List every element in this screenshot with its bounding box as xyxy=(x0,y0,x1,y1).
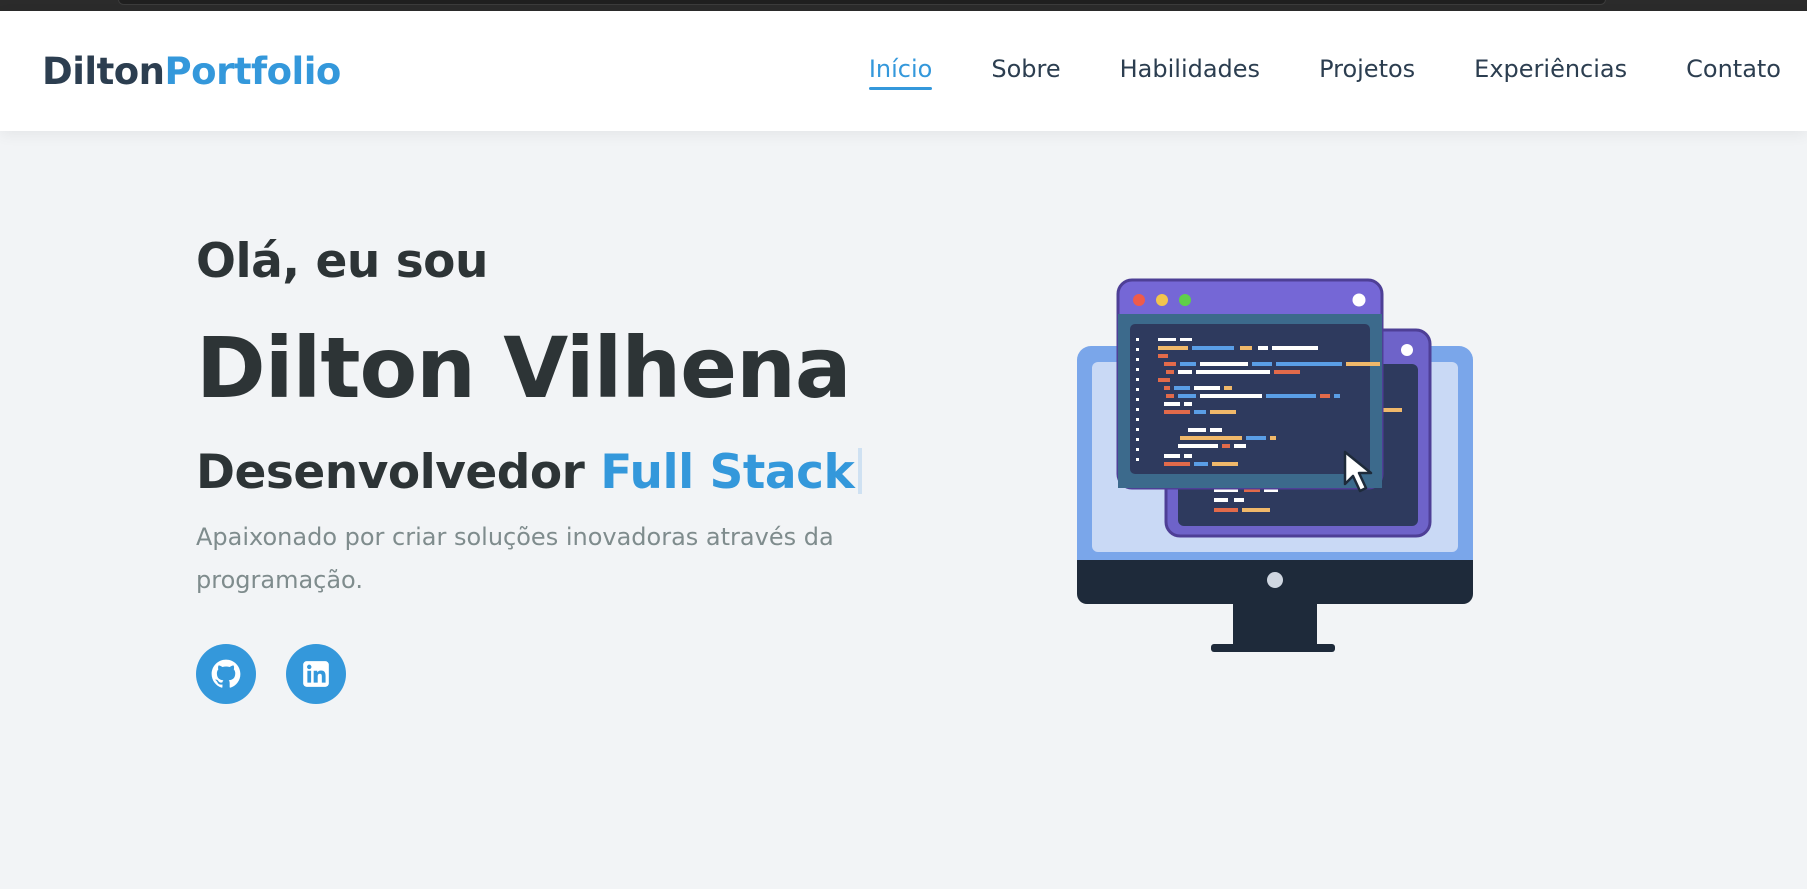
linkedin-icon xyxy=(303,661,329,687)
hero-greeting: Olá, eu sou xyxy=(196,234,488,289)
address-bar-edge xyxy=(118,0,1606,5)
hero-section: Olá, eu sou Dilton Vilhena Desenvolvedor… xyxy=(196,234,863,704)
hero-description: Apaixonado por criar soluções inovadoras… xyxy=(196,523,834,594)
nav-item-projetos[interactable]: Projetos xyxy=(1319,57,1415,87)
browser-chrome-strip xyxy=(0,0,1807,11)
hero-name: Dilton Vilhena xyxy=(196,319,852,417)
brand-logo-part2: Portfolio xyxy=(164,50,342,93)
typing-cursor xyxy=(858,448,863,494)
brand-logo-part1: Dilton xyxy=(42,50,165,93)
hero-role: Desenvolvedor Full Stack xyxy=(196,448,863,496)
hero-role-prefix: Desenvolvedor xyxy=(196,445,585,500)
main-nav: Início Sobre Habilidades Projetos Experi… xyxy=(868,57,1781,90)
hero-role-highlight: Full Stack xyxy=(600,445,855,500)
brand-logo[interactable]: DiltonPortfolio xyxy=(42,53,341,90)
github-icon xyxy=(211,659,241,688)
developer-monitor-illustration xyxy=(1077,278,1473,652)
nav-item-contato[interactable]: Contato xyxy=(1686,57,1781,87)
nav-item-inicio[interactable]: Início xyxy=(868,57,932,90)
nav-item-experiencias[interactable]: Experiências xyxy=(1474,57,1627,87)
nav-item-sobre[interactable]: Sobre xyxy=(991,57,1060,87)
site-header: DiltonPortfolio Início Sobre Habilidades… xyxy=(0,11,1807,131)
github-button[interactable] xyxy=(196,644,256,704)
nav-item-habilidades[interactable]: Habilidades xyxy=(1120,57,1260,87)
social-links xyxy=(196,644,346,704)
linkedin-button[interactable] xyxy=(286,644,346,704)
